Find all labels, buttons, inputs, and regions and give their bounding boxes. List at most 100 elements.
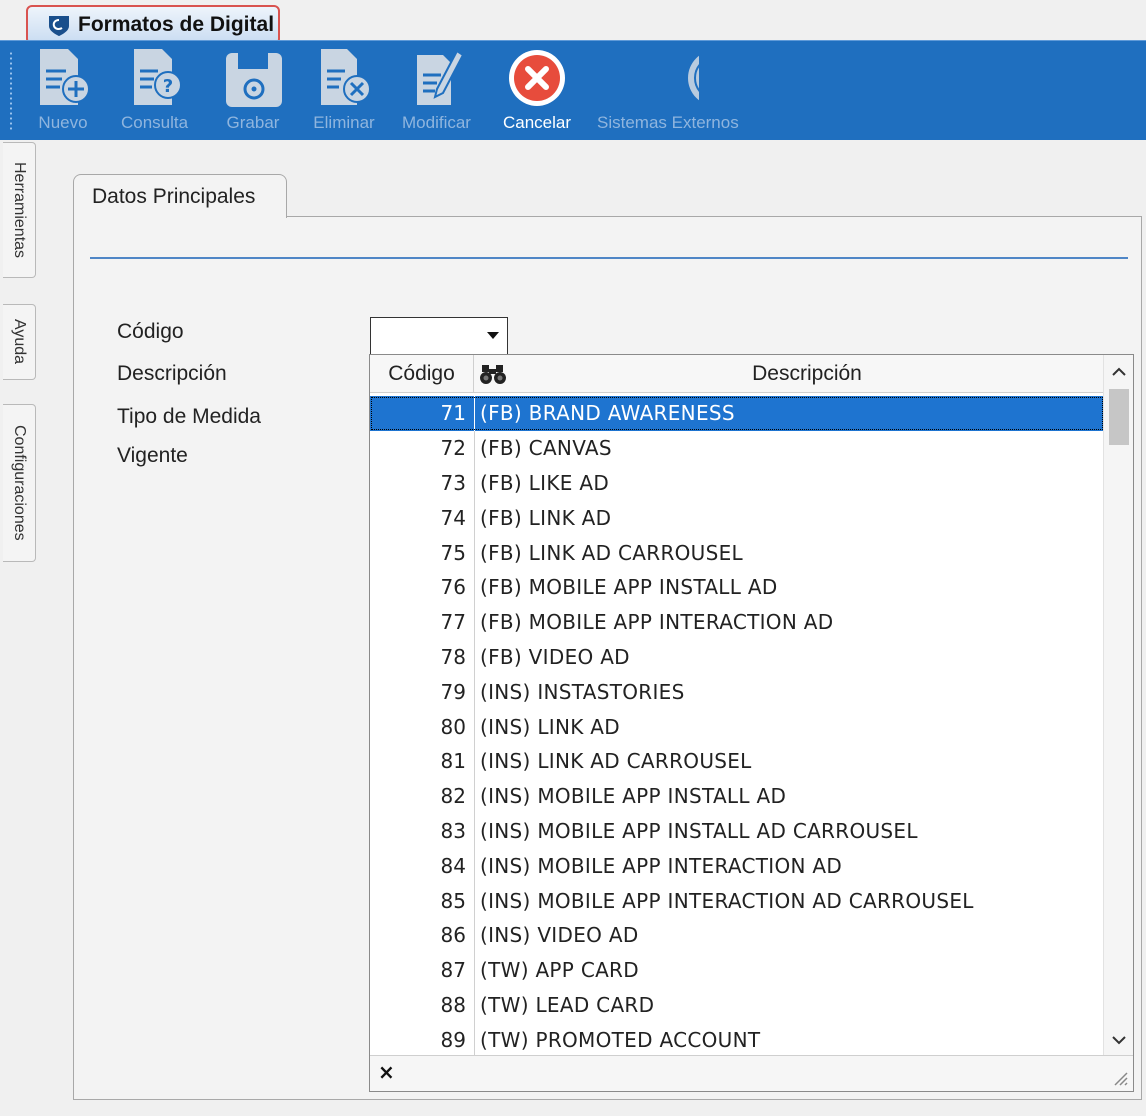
column-separator xyxy=(474,465,475,501)
grid-header: Código Descripción xyxy=(370,355,1104,393)
vertical-scrollbar[interactable] xyxy=(1103,355,1133,1055)
row-description: (INS) INSTASTORIES xyxy=(480,679,685,704)
row-code: 75 xyxy=(440,540,466,565)
column-separator xyxy=(474,500,475,536)
cancelar-label: Cancelar xyxy=(503,113,572,132)
codigo-dropdown-grid[interactable]: Código Descripción 71 (FB) BRAND AWARENES… xyxy=(369,354,1134,1092)
tab-datos-principales-label: Datos Principales xyxy=(92,184,256,208)
row-description: (TW) APP CARD xyxy=(480,958,639,983)
table-row[interactable]: 73 (FB) LIKE AD xyxy=(370,465,1104,501)
toolbar: Nuevo ? Consulta Grabar Eliminar Modific… xyxy=(0,40,1146,140)
row-description: (FB) LIKE AD xyxy=(480,470,610,495)
table-row[interactable]: 83 (INS) MOBILE APP INSTALL AD CARROUSEL xyxy=(370,813,1104,849)
window-title-tab[interactable]: Formatos de Digital xyxy=(26,5,280,45)
scroll-down-icon[interactable] xyxy=(1104,1025,1134,1055)
table-row[interactable]: 89 (TW) PROMOTED ACCOUNT xyxy=(370,1022,1104,1058)
consulta-button[interactable]: ? Consulta xyxy=(121,45,188,137)
document-delete-icon xyxy=(321,49,371,105)
table-row[interactable]: 80 (INS) LINK AD xyxy=(370,709,1104,744)
floppy-disk-icon xyxy=(226,53,282,107)
document-query-icon: ? xyxy=(133,49,182,105)
table-row[interactable]: 88 (TW) LEAD CARD xyxy=(370,987,1104,1023)
row-description: (INS) LINK AD xyxy=(480,714,620,739)
row-description: (TW) LEAD CARD xyxy=(480,992,655,1017)
modificar-button[interactable]: Modificar xyxy=(402,45,471,137)
svg-text:?: ? xyxy=(162,76,172,97)
sistemas-externos-button[interactable]: Sistemas Externos xyxy=(597,45,739,137)
modificar-label: Modificar xyxy=(402,113,471,132)
chevron-down-icon[interactable] xyxy=(487,332,499,339)
window-title: Formatos de Digital xyxy=(78,13,275,36)
header-descripcion[interactable]: Descripción xyxy=(510,355,1104,393)
scroll-up-icon[interactable] xyxy=(1104,357,1134,387)
table-row[interactable]: 87 (TW) APP CARD xyxy=(370,952,1104,988)
column-separator xyxy=(474,569,475,605)
close-icon[interactable]: × xyxy=(378,1060,395,1084)
side-tab-herramientas[interactable]: Herramientas xyxy=(3,142,36,278)
codigo-combo[interactable] xyxy=(370,317,508,355)
tab-datos-principales[interactable]: Datos Principales xyxy=(73,174,287,218)
row-description: (INS) LINK AD CARROUSEL xyxy=(480,749,752,774)
table-row[interactable]: 84 (INS) MOBILE APP INTERACTION AD xyxy=(370,848,1104,884)
table-row[interactable]: 71 (FB) BRAND AWARENESS xyxy=(370,396,1104,431)
column-separator xyxy=(474,709,475,744)
grid-rows: 71 (FB) BRAND AWARENESS 72 (FB) CANVAS 73 (FB… xyxy=(370,396,1104,1058)
grid-footer: × xyxy=(370,1055,1133,1091)
row-description: (FB) MOBILE APP INTERACTION AD xyxy=(480,610,834,635)
table-row[interactable]: 76 (FB) MOBILE APP INSTALL AD xyxy=(370,569,1104,605)
consulta-label: Consulta xyxy=(121,113,189,132)
row-description: (INS) MOBILE APP INSTALL AD xyxy=(480,784,787,809)
table-row[interactable]: 74 (FB) LINK AD xyxy=(370,500,1104,536)
row-description: (FB) MOBILE APP INSTALL AD xyxy=(480,575,778,600)
grabar-button[interactable]: Grabar xyxy=(222,45,284,137)
column-separator xyxy=(474,430,475,466)
scroll-thumb[interactable] xyxy=(1109,389,1129,445)
row-code: 87 xyxy=(440,958,466,983)
row-description: (FB) LINK AD xyxy=(480,505,612,530)
row-code: 80 xyxy=(440,714,466,739)
table-row[interactable]: 75 (FB) LINK AD CARROUSEL xyxy=(370,535,1104,570)
table-row[interactable]: 82 (INS) MOBILE APP INSTALL AD xyxy=(370,778,1104,814)
column-separator xyxy=(474,743,475,779)
nuevo-button[interactable]: Nuevo xyxy=(32,45,94,137)
row-code: 81 xyxy=(440,749,466,774)
row-description: (FB) CANVAS xyxy=(480,436,612,461)
table-row[interactable]: 81 (INS) LINK AD CARROUSEL xyxy=(370,743,1104,779)
nuevo-label: Nuevo xyxy=(38,113,88,132)
document-edit-icon xyxy=(417,49,465,105)
side-tab-ayuda[interactable]: Ayuda xyxy=(3,304,36,380)
vigente-label: Vigente xyxy=(117,444,188,467)
side-tab-configuraciones[interactable]: Configuraciones xyxy=(3,404,36,562)
row-code: 86 xyxy=(440,923,466,948)
row-description: (INS) MOBILE APP INTERACTION AD xyxy=(480,853,843,878)
table-row[interactable]: 79 (INS) INSTASTORIES xyxy=(370,674,1104,710)
row-description: (INS) MOBILE APP INTERACTION AD CARROUSE… xyxy=(480,888,974,913)
resize-grip-icon[interactable] xyxy=(1111,1069,1129,1087)
binoculars-icon[interactable] xyxy=(478,363,508,385)
row-description: (INS) MOBILE APP INSTALL AD CARROUSEL xyxy=(480,818,918,843)
table-row[interactable]: 72 (FB) CANVAS xyxy=(370,430,1104,466)
eliminar-label: Eliminar xyxy=(313,113,375,132)
descripcion-label: Descripción xyxy=(117,362,227,385)
column-separator xyxy=(474,813,475,849)
sistemas-externos-label: Sistemas Externos xyxy=(597,113,739,132)
side-tab-configuraciones-label: Configuraciones xyxy=(11,425,28,541)
app-logo-icon xyxy=(49,16,69,36)
header-codigo[interactable]: Código xyxy=(370,355,474,393)
eliminar-button[interactable]: Eliminar xyxy=(313,45,375,137)
column-separator xyxy=(474,778,475,814)
table-row[interactable]: 85 (INS) MOBILE APP INTERACTION AD CARROU… xyxy=(370,883,1104,918)
table-row[interactable]: 77 (FB) MOBILE APP INTERACTION AD xyxy=(370,604,1104,640)
row-code: 77 xyxy=(440,610,466,635)
table-row[interactable]: 78 (FB) VIDEO AD xyxy=(370,639,1104,675)
row-description: (FB) VIDEO AD xyxy=(480,644,630,669)
document-add-icon xyxy=(40,49,90,105)
table-row[interactable]: 86 (INS) VIDEO AD xyxy=(370,917,1104,953)
column-separator xyxy=(474,674,475,710)
row-code: 82 xyxy=(440,784,466,809)
column-separator xyxy=(474,952,475,988)
side-tab-ayuda-label: Ayuda xyxy=(11,319,28,365)
cancelar-button[interactable]: Cancelar xyxy=(503,45,571,137)
row-code: 76 xyxy=(440,575,466,600)
toolbar-grip[interactable] xyxy=(9,51,13,131)
